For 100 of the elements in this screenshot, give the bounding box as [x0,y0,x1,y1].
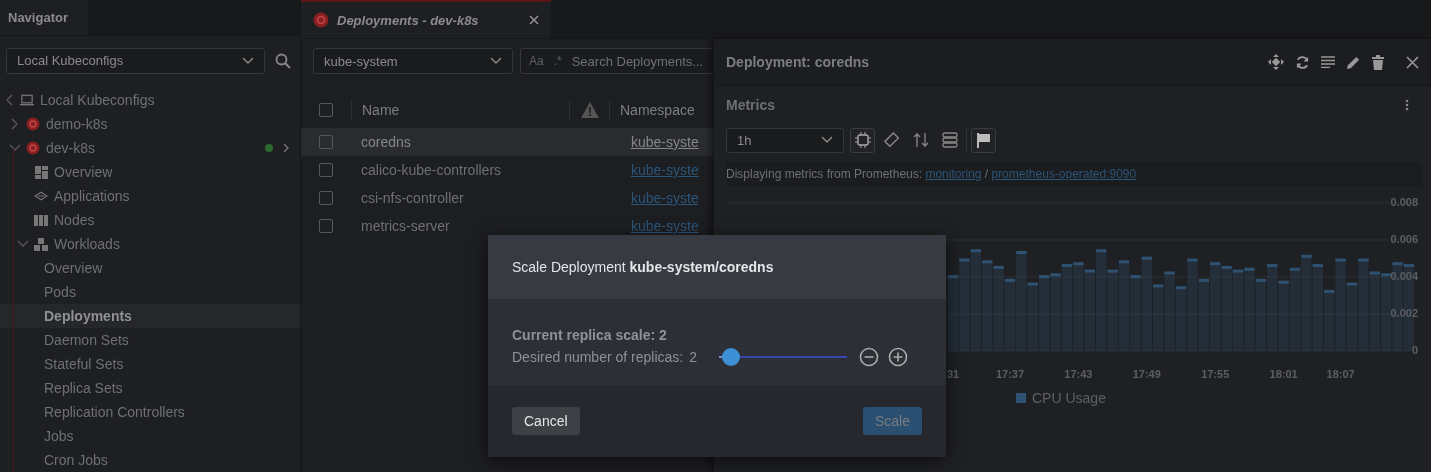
section-heading: Metrics [726,97,776,113]
checkbox[interactable] [319,103,333,117]
minus-icon[interactable] [859,347,880,367]
table-row[interactable]: coredns kube-syste [301,128,713,156]
columns-icon [34,214,48,226]
search-toggle[interactable]: Aa [529,54,544,68]
checkbox[interactable] [319,191,333,205]
tree-item[interactable]: Overview [0,160,300,184]
column-header[interactable]: Name [352,102,569,118]
flag-icon[interactable] [971,127,996,153]
tree-item[interactable]: demo-k8s [0,112,300,136]
chart-bar [1151,284,1165,353]
dashboard-icon [34,165,48,179]
namespace-link[interactable]: kube-syste [621,218,699,234]
list-icon[interactable] [1321,56,1335,68]
checkbox[interactable] [319,219,333,233]
namespace-link[interactable]: kube-syste [621,190,699,206]
axis-tick-label: 18:01 [1269,368,1298,380]
layers-icon [34,191,48,201]
desired-value: 2 [689,349,698,365]
deployments-tab[interactable]: Deployments - dev-k8s [301,0,551,38]
slider-thumb[interactable] [722,348,741,366]
kebab-menu-icon[interactable] [1405,99,1409,111]
trash-icon[interactable] [1372,54,1384,70]
current-scale-text: Current replica scale: 2 [512,327,668,343]
search-toggle[interactable]: .* [553,54,562,68]
namespace-link[interactable]: kube-syste [621,162,699,178]
replica-slider[interactable] [719,348,848,366]
chevron-right-icon[interactable] [11,118,19,130]
chevron-down-icon [490,57,502,65]
tree-item[interactable]: Daemon Sets [0,328,300,352]
tree-item[interactable]: Stateful Sets [0,352,300,376]
axis-tick-label: 17:49 [1132,368,1161,380]
axis-tick-label: 0.006 [1390,232,1418,245]
chevron-down-icon[interactable] [17,240,29,248]
namespace-link[interactable]: kube-syste [621,134,699,150]
refresh-icon[interactable] [1295,54,1310,70]
tree-item[interactable]: dev-k8s [0,136,300,160]
range-select[interactable]: 1h [726,127,844,153]
wheel-icon [313,12,329,28]
chart-bar [1174,286,1188,353]
wheel-icon [26,117,40,131]
namespace-select[interactable]: kube-system [313,48,513,74]
legend-swatch [1016,393,1026,403]
checkbox[interactable] [319,135,333,149]
tree-item[interactable]: Replication Controllers [0,400,300,424]
chevron-down-icon [821,136,833,144]
axis-tick-label: 0.004 [1390,269,1418,282]
search-icon[interactable] [275,52,291,69]
cubes-icon [34,237,48,251]
legend-label: CPU Usage [1032,390,1106,406]
plus-icon[interactable] [888,347,909,367]
tree-item[interactable]: Replica Sets [0,376,300,400]
axis-tick-label: 0.002 [1390,306,1418,319]
panel-title: Deployment: coredns [726,54,870,70]
close-icon[interactable] [529,15,539,25]
tree-item[interactable]: Pods [0,280,300,304]
column-header[interactable]: Namespace [610,102,695,118]
axis-tick-label: 17:37 [995,368,1025,380]
tree-item[interactable]: Cron Jobs [0,448,300,472]
tree-item[interactable]: Local Kubeconfigs [0,88,300,112]
chevron-down-icon [242,56,254,65]
wheel-icon [26,141,40,155]
navigator-tab[interactable]: Navigator [0,0,88,35]
laptop-icon [20,94,34,106]
table-cell-text: coredns [360,134,412,150]
table-row[interactable]: csi-nfs-controller kube-syste [301,184,713,212]
checkbox[interactable] [319,163,333,177]
context-select[interactable]: Local Kubeconfigs [6,47,265,74]
chip-icon[interactable] [850,127,875,153]
chart-bar [1345,282,1359,353]
tree-item[interactable]: Deployments [0,304,300,328]
search-field[interactable]: Aa .* Search Deployments... [520,48,713,74]
chevron-right-icon[interactable] [283,143,289,153]
move-icon[interactable] [1268,54,1284,70]
table-row[interactable]: metrics-server kube-syste [301,212,713,240]
tree-item[interactable]: Workloads [0,232,300,256]
tree-item[interactable]: Overview [0,256,300,280]
warning-icon[interactable] [580,102,599,118]
chevron-left-icon[interactable] [5,94,13,106]
pencil-icon[interactable] [1346,54,1361,70]
axis-tick-label: 17:43 [1064,368,1093,380]
table-cell-text: metrics-server [360,218,451,234]
axis-tick-label: 31 [946,368,960,380]
cancel-button[interactable]: Cancel [512,407,580,435]
namespace-link[interactable]: monitoring [925,167,982,181]
service-link[interactable]: prometheus-operated:9090 [991,167,1137,181]
tree-item[interactable]: Jobs [0,424,300,448]
dialog-title: Scale Deployment kube-system/coredns [512,259,774,275]
metrics-source-text: Displaying metrics from Prometheus: monitoring / prometheus-operated:9090 [726,162,1421,186]
desired-label: Desired number of replicas: [512,349,684,365]
tree-item[interactable]: Applications [0,184,300,208]
axis-tick-label: 0 [1411,343,1418,356]
tree-item[interactable]: Nodes [0,208,300,232]
axis-tick-label: 18:07 [1326,368,1355,380]
table-row[interactable]: calico-kube-controllers kube-syste [301,156,713,184]
axis-tick-label: 0.008 [1390,195,1418,208]
table-cell-text: calico-kube-controllers [360,162,503,178]
chevron-down-icon[interactable] [9,144,21,152]
close-icon[interactable] [1406,55,1419,69]
